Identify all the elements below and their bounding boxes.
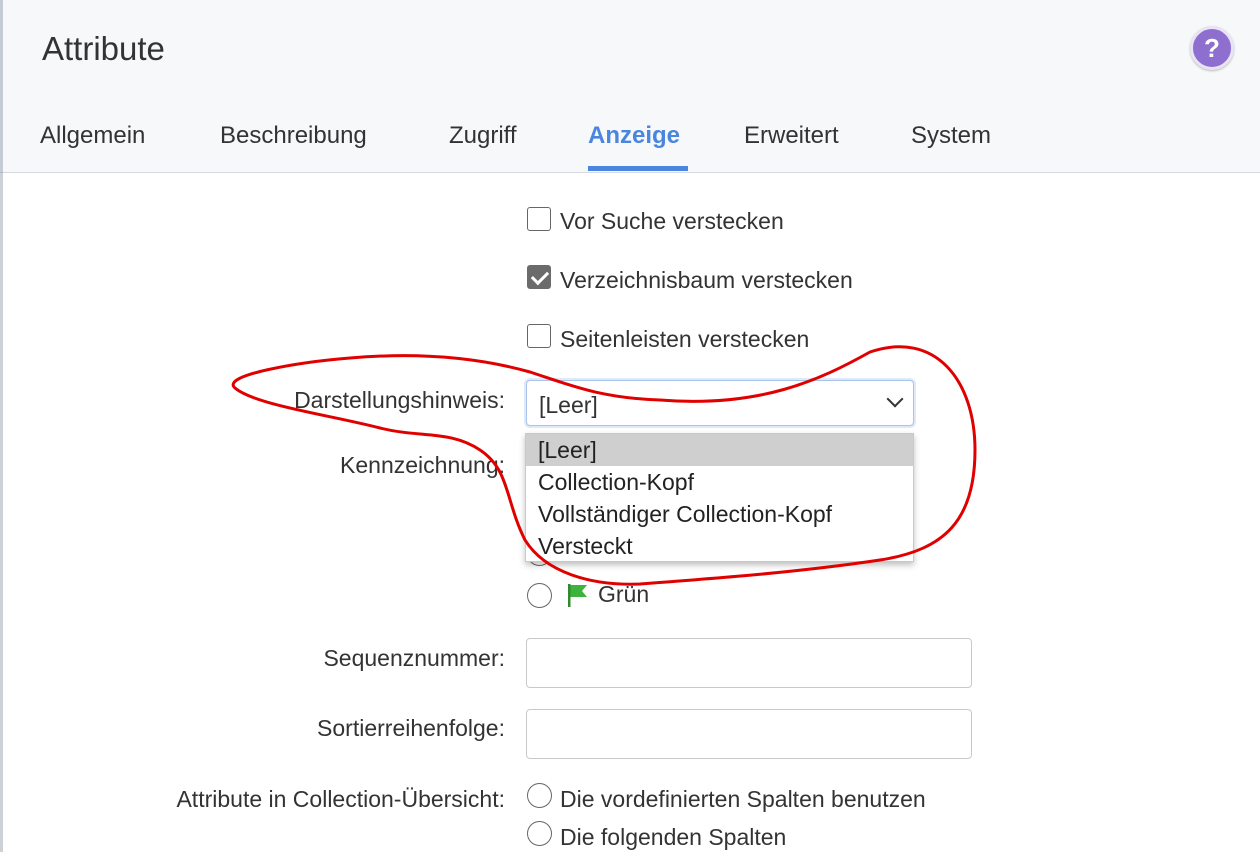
tab-erweitert[interactable]: Erweitert [744, 122, 839, 150]
tab-beschreibung[interactable]: Beschreibung [220, 122, 367, 150]
sequence-label: Sequenznummer: [323, 645, 505, 671]
active-tab-indicator [588, 166, 688, 171]
dropdown-option-collection-kopf[interactable]: Collection-Kopf [526, 466, 913, 498]
marking-label: Kennzeichnung: [340, 452, 505, 478]
green-flag-icon [568, 584, 587, 607]
hide-sidebars-checkbox[interactable] [527, 324, 551, 348]
dropdown-option-versteckt[interactable]: Versteckt [526, 530, 913, 562]
display-hint-value: [Leer] [539, 392, 598, 418]
collection-overview-label: Attribute in Collection-Übersicht: [176, 786, 505, 812]
following-columns-radio[interactable] [527, 821, 552, 846]
predefined-columns-radio[interactable] [527, 783, 552, 808]
marking-green-label: Grün [598, 581, 650, 607]
display-hint-select[interactable]: [Leer] [526, 380, 914, 426]
sort-order-input[interactable] [526, 709, 972, 759]
predefined-columns-label: Die vordefinierten Spalten benutzen [560, 786, 926, 812]
attribute-dialog: Attribute ? Allgemein Beschreibung Zugri… [0, 0, 1260, 852]
hide-tree-label: Verzeichnisbaum verstecken [560, 267, 853, 293]
sort-order-label: Sortierreihenfolge: [317, 715, 505, 741]
following-columns-row: Die folgenden Spalten [526, 818, 946, 852]
hide-sidebars-label: Seitenleisten verstecken [560, 326, 810, 352]
hide-search-label: Vor Suche verstecken [560, 208, 784, 234]
window-edge [0, 0, 3, 852]
dropdown-option-leer[interactable]: [Leer] [526, 434, 913, 466]
tab-system[interactable]: System [911, 122, 991, 150]
display-hint-dropdown: [Leer] Collection-Kopf Vollständiger Col… [525, 433, 914, 562]
marking-radio-green[interactable] [527, 583, 552, 608]
sequence-input[interactable] [526, 638, 972, 688]
dropdown-option-full-collection-kopf[interactable]: Vollständiger Collection-Kopf [526, 498, 913, 530]
dialog-title: Attribute [42, 30, 165, 67]
tab-allgemein[interactable]: Allgemein [40, 122, 145, 150]
following-columns-label: Die folgenden Spalten [560, 824, 787, 850]
tab-zugriff[interactable]: Zugriff [449, 122, 517, 150]
chevron-down-icon [886, 390, 904, 408]
display-hint-label: Darstellungshinweis: [294, 387, 505, 413]
hide-search-checkbox[interactable] [527, 207, 551, 231]
tab-anzeige[interactable]: Anzeige [588, 122, 680, 150]
hide-tree-checkbox[interactable] [527, 265, 551, 289]
help-icon[interactable]: ? [1190, 26, 1234, 70]
